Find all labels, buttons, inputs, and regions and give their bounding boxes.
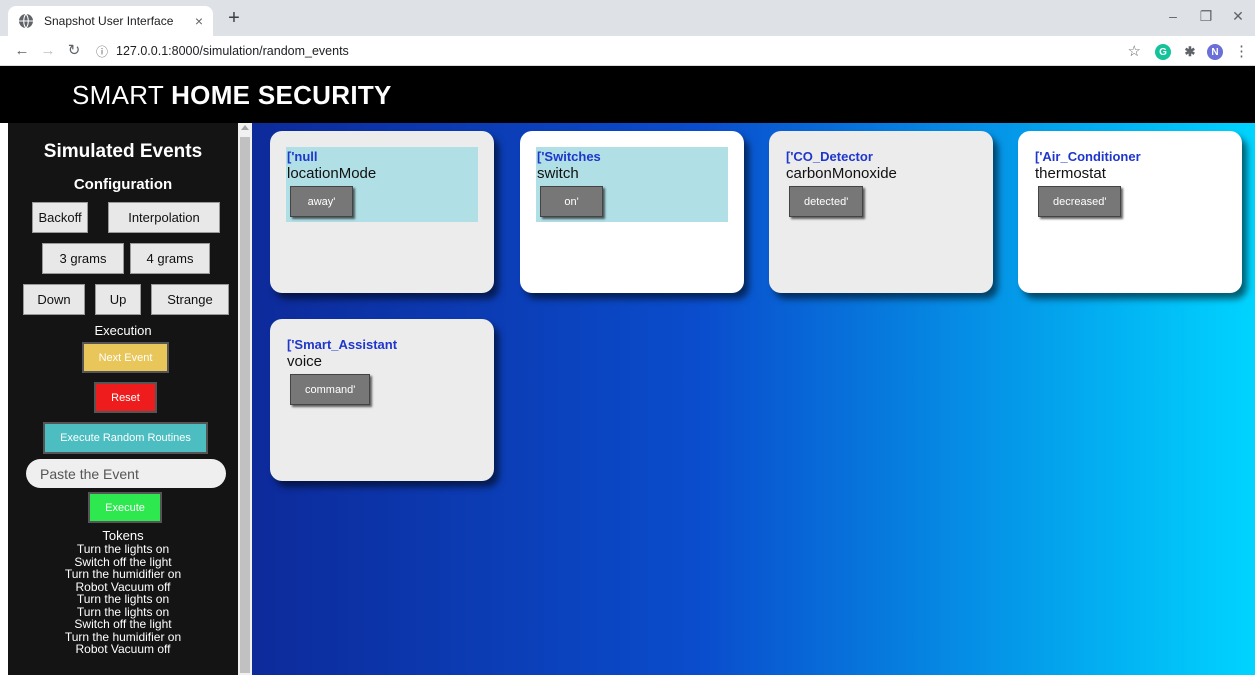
extensions-puzzle-icon[interactable]: ✱ [1182,44,1198,60]
tab-close-icon[interactable]: × [195,13,203,29]
token-item: Turn the lights on [76,542,170,556]
profile-avatar[interactable]: N [1207,44,1223,60]
browser-toolbar: ← → ↻ ⓘ 127.0.0.1:8000/simulation/random… [0,36,1255,66]
maximize-icon[interactable]: ❐ [1196,8,1216,25]
down-button[interactable]: Down [23,284,85,315]
event-value-button[interactable]: command' [290,374,371,405]
paste-event-input[interactable] [26,459,226,488]
scrollbar-thumb[interactable] [240,137,250,673]
back-icon[interactable]: ← [12,41,32,61]
address-url[interactable]: 127.0.0.1:8000/simulation/random_events [116,44,349,58]
tokens-list: Turn the lights on Switch off the light … [8,543,238,656]
browser-menu-icon[interactable]: ⋮ [1234,42,1249,60]
sidebar-title: Simulated Events [43,141,203,162]
event-attribute: voice [287,353,323,370]
reload-icon[interactable]: ↻ [64,41,84,61]
tokens-label: Tokens [102,528,144,543]
browser-tab[interactable]: Snapshot User Interface × [8,6,213,36]
brand-title-light: SMART [72,80,164,110]
event-value-button[interactable]: decreased' [1038,186,1122,217]
event-card-body: ['CO_Detector carbonMonoxide detected' [785,147,977,222]
tab-title: Snapshot User Interface [44,14,174,28]
event-attribute: switch [537,165,579,182]
interpolation-button[interactable]: Interpolation [108,202,220,233]
event-attribute: locationMode [287,165,377,182]
minimize-icon[interactable]: – [1163,8,1183,24]
forward-icon[interactable]: → [38,41,58,61]
configuration-label: Configuration [73,176,173,193]
globe-icon [19,13,33,29]
event-value-button[interactable]: on' [540,186,603,217]
execution-label: Execution [94,323,152,338]
page-header: SMART HOME SECURITY [0,66,1255,123]
scroll-up-arrow-icon[interactable] [241,125,249,130]
token-item: Switch off the light [74,617,172,631]
reset-button[interactable]: Reset [94,382,157,413]
event-card-body: ['Smart_Assistant voice command' [286,335,478,410]
event-card: ['Switches switch on' [520,131,744,293]
event-card-highlight: ['null locationMode away' [286,147,478,222]
event-device: ['null [287,149,318,164]
site-info-icon[interactable]: ⓘ [96,43,108,60]
browser-tabstrip: Snapshot User Interface × + – ❐ ✕ [0,0,1255,36]
4-grams-button[interactable]: 4 grams [130,243,210,274]
brand-title-bold: HOME SECURITY [171,80,392,110]
window-close-icon[interactable]: ✕ [1228,8,1248,25]
grammarly-extension-icon[interactable]: G [1155,44,1171,60]
strange-button[interactable]: Strange [151,284,229,315]
event-card: ['Smart_Assistant voice command' [270,319,494,481]
event-cards-area: ['null locationMode away' ['Switches swi… [252,123,1255,675]
event-card: ['CO_Detector carbonMonoxide detected' [769,131,993,293]
event-attribute: carbonMonoxide [786,165,897,182]
up-button[interactable]: Up [95,284,141,315]
sidebar: Simulated Events Configuration Backoff I… [8,123,238,675]
3-grams-button[interactable]: 3 grams [42,243,124,274]
next-event-button[interactable]: Next Event [82,342,169,373]
address-bar[interactable]: ⓘ 127.0.0.1:8000/simulation/random_event… [96,40,1141,62]
event-device: ['Smart_Assistant [287,337,398,352]
sidebar-scrollbar[interactable] [238,123,252,675]
execute-button[interactable]: Execute [88,492,162,523]
backoff-button[interactable]: Backoff [32,202,88,233]
new-tab-icon[interactable]: + [222,8,246,28]
event-device: ['Air_Conditioner [1035,149,1141,164]
event-value-button[interactable]: away' [290,186,353,217]
token-item: Robot Vacuum off [75,642,171,656]
token-item: Turn the humidifier on [64,567,182,581]
brand-title: SMART HOME SECURITY [72,80,392,111]
event-card: ['null locationMode away' [270,131,494,293]
event-card: ['Air_Conditioner thermostat decreased' [1018,131,1242,293]
event-card-body: ['Air_Conditioner thermostat decreased' [1034,147,1226,222]
event-attribute: thermostat [1035,165,1106,182]
event-device: ['Switches [537,149,601,164]
event-device: ['CO_Detector [786,149,873,164]
event-card-highlight: ['Switches switch on' [536,147,728,222]
bookmark-star-icon[interactable]: ☆ [1128,42,1141,60]
event-value-button[interactable]: detected' [789,186,864,217]
token-item: Turn the lights on [76,592,170,606]
execute-random-routines-button[interactable]: Execute Random Routines [43,422,208,454]
